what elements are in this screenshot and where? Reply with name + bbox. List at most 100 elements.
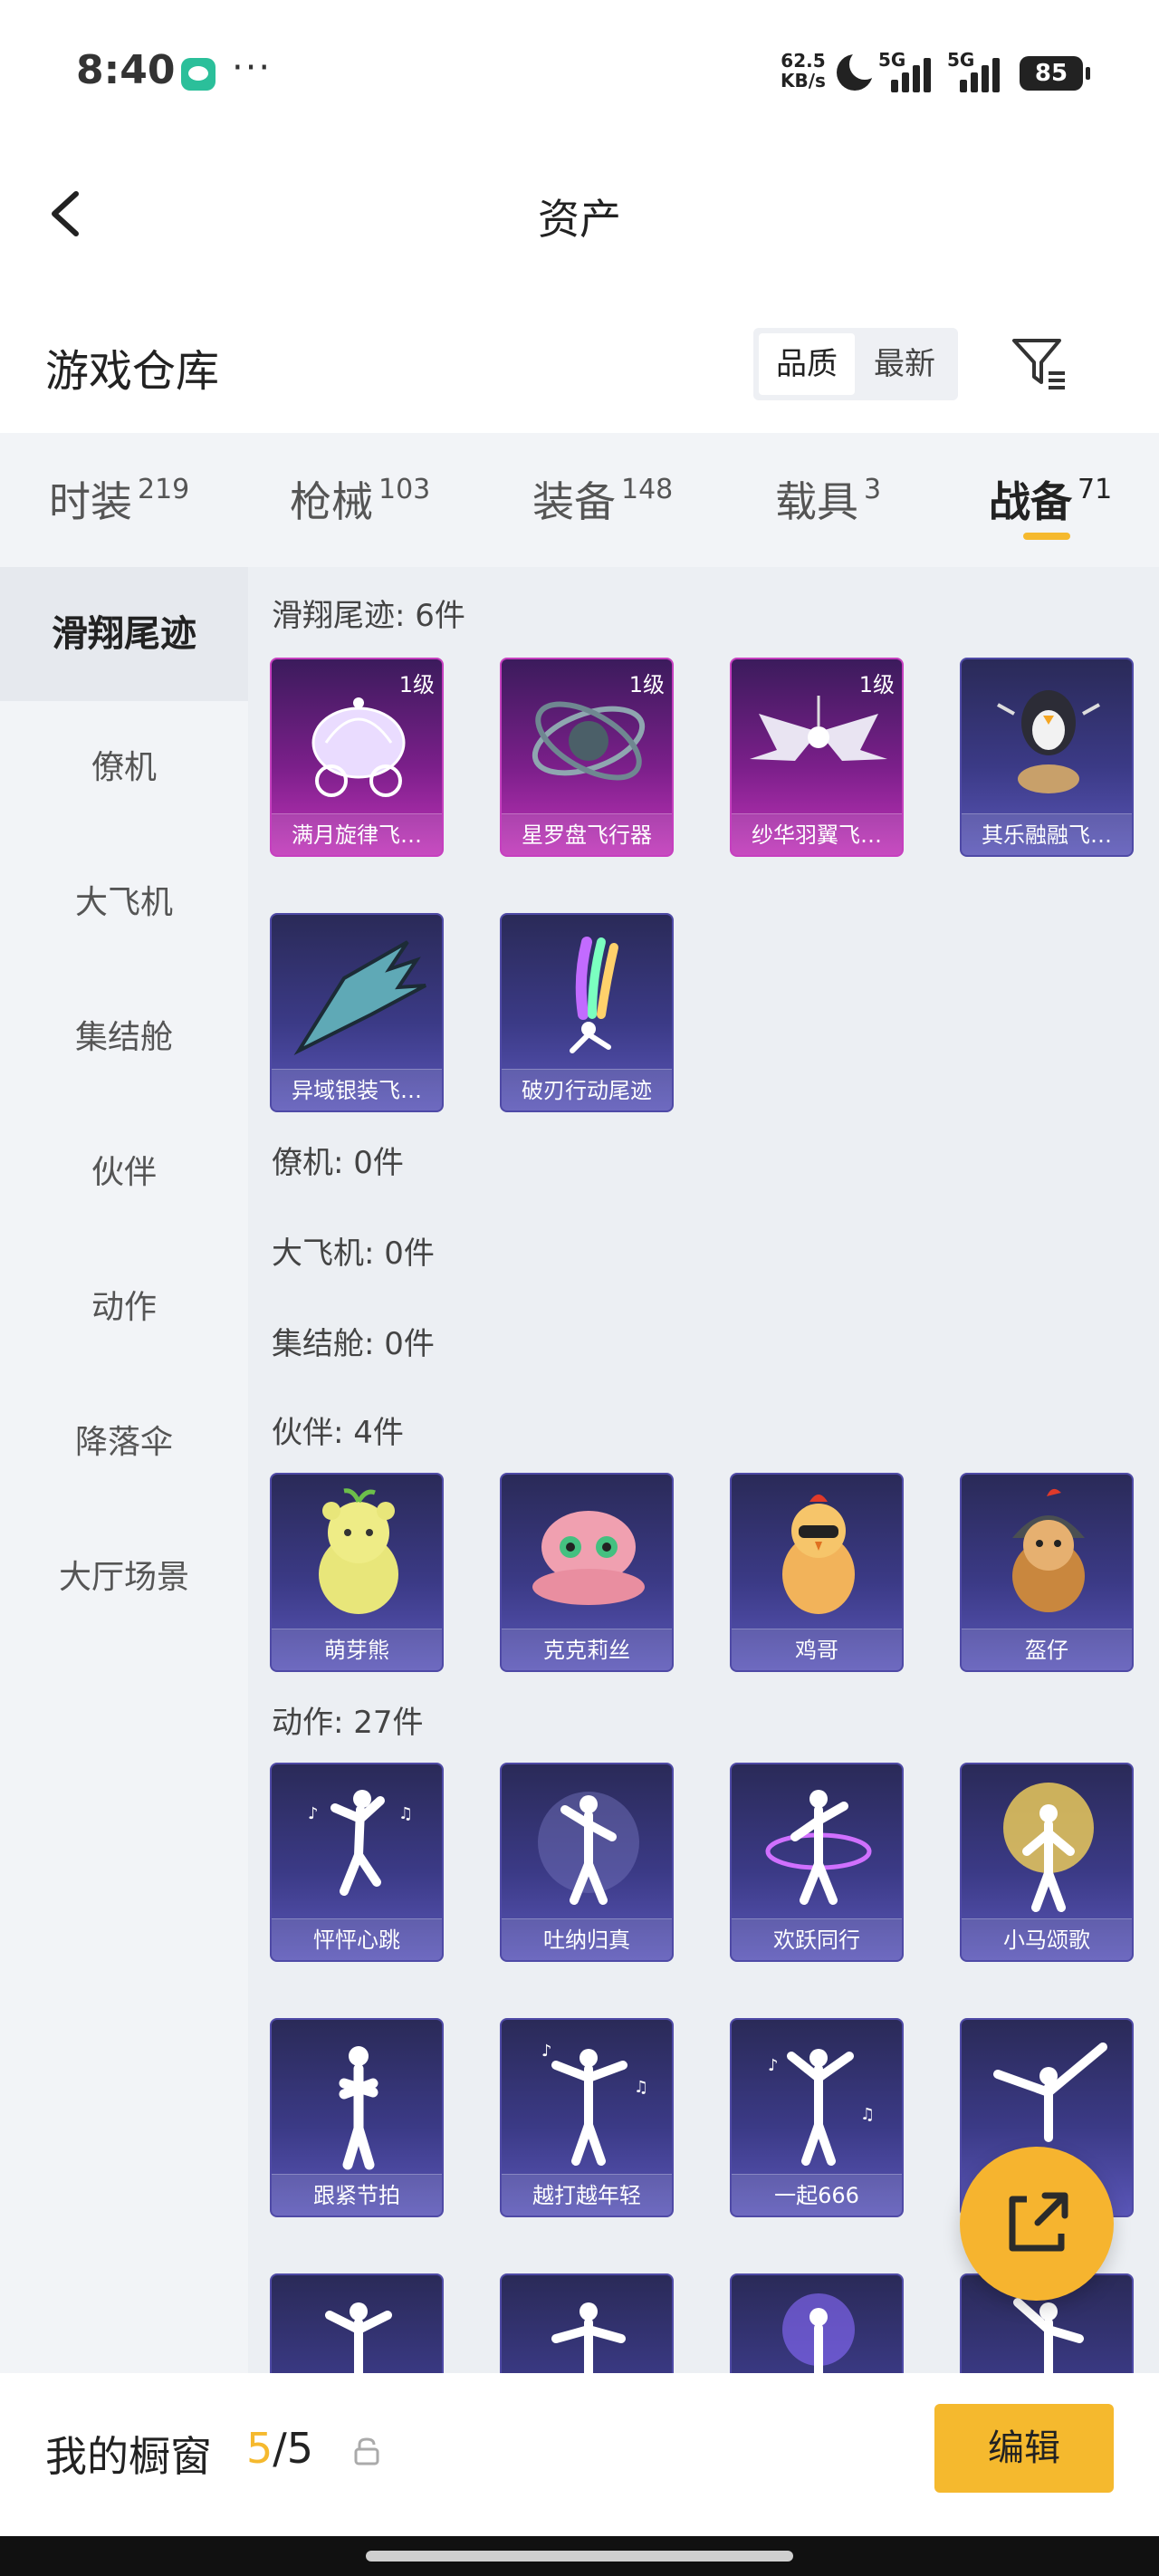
sidebar-item-wingman[interactable]: 僚机 (0, 701, 248, 835)
share-external-icon (1009, 2192, 1068, 2252)
signal-sim1-icon: 5G (878, 49, 933, 92)
sidebar-item-partner[interactable]: 伙伴 (0, 1106, 248, 1240)
item-name: 满月旋律飞… (272, 813, 442, 855)
666-pose-icon: ♪♫ (768, 2049, 875, 2166)
helmet-bird-icon (1012, 1488, 1085, 1612)
tab-fashion[interactable]: 时装 219 (49, 469, 189, 529)
item-card[interactable]: 克克莉丝 (500, 1473, 674, 1672)
item-card[interactable]: 萌芽熊 (270, 1473, 444, 1672)
octopus-icon (532, 1511, 645, 1605)
item-name: 越打越年轻 (502, 2174, 672, 2216)
share-button[interactable] (960, 2147, 1114, 2301)
item-name: 破刃行动尾迹 (502, 1069, 672, 1110)
section-title-glide: 滑翔尾迹: 6件 (272, 598, 465, 634)
sprout-bear-icon (319, 1488, 398, 1614)
item-card[interactable]: 欢跃同行 (730, 1763, 904, 1962)
sidebar-item-parachute[interactable]: 降落伞 (0, 1376, 248, 1510)
gesture-bar (0, 2536, 1159, 2576)
tab-vehicles[interactable]: 载具 3 (775, 469, 881, 529)
item-name: 克克莉丝 (502, 1629, 672, 1670)
emote-pose-icon (325, 2302, 392, 2373)
signal-sim2-icon: 5G (947, 49, 1001, 92)
section-title-wingman: 僚机: 0件 (272, 1145, 404, 1181)
item-card[interactable]: 盔仔 (960, 1473, 1134, 1672)
item-name: 怦怦心跳 (272, 1918, 442, 1960)
sort-latest-option[interactable]: 最新 (857, 333, 953, 395)
svg-text:♫: ♫ (634, 2078, 648, 2097)
showcase-bar: 我的橱窗 5/5 编辑 (0, 2373, 1159, 2536)
svg-text:♫: ♫ (860, 2105, 875, 2124)
more-notifications-icon: ··· (232, 47, 273, 89)
item-card[interactable]: 鸡哥 (730, 1473, 904, 1672)
item-card[interactable]: 破刃行动尾迹 (500, 913, 674, 1112)
pony-song-pose-icon (1003, 1783, 1094, 1912)
wechat-notification-icon (181, 58, 216, 91)
nav-bar: 资产 (0, 145, 1159, 281)
silver-armor-glider-icon (293, 940, 426, 1055)
item-card[interactable] (500, 2273, 674, 2373)
page-title: 资产 (538, 195, 621, 244)
item-card[interactable]: 吐纳归真 (500, 1763, 674, 1962)
item-card[interactable]: 异域银装飞… (270, 913, 444, 1112)
section-title-emote: 动作: 27件 (272, 1705, 424, 1741)
emote-pose-icon (782, 2293, 855, 2373)
filter-button[interactable] (1007, 332, 1070, 395)
item-card[interactable]: 1级 纱华羽翼飞… (730, 658, 904, 857)
item-card[interactable]: 1级 星罗盘飞行器 (500, 658, 674, 857)
item-card[interactable]: ♪ ♫ 一起666 (730, 2018, 904, 2217)
item-name: 吐纳归真 (502, 1918, 672, 1960)
item-name: 小马颂歌 (962, 1918, 1132, 1960)
sidebar-item-lobby-scene[interactable]: 大厅场景 (0, 1511, 248, 1645)
svg-text:♫: ♫ (398, 1804, 413, 1823)
sidebar-item-rally-pod[interactable]: 集结舱 (0, 971, 248, 1105)
cheer-pose-icon (765, 1790, 872, 1905)
sidebar-item-glide-trail[interactable]: 滑翔尾迹 (0, 567, 248, 701)
penguin-glider-icon (997, 690, 1100, 793)
warehouse-title: 游戏仓库 (45, 346, 220, 397)
item-card[interactable] (730, 2273, 904, 2373)
blade-trail-icon (570, 937, 618, 1053)
meditate-pose-icon (538, 1792, 639, 1905)
item-name: 一起666 (732, 2174, 902, 2216)
sort-quality-option[interactable]: 品质 (759, 333, 855, 395)
item-name: 鸡哥 (732, 1629, 902, 1670)
section-title-plane: 大飞机: 0件 (272, 1235, 435, 1272)
edit-button[interactable]: 编辑 (934, 2404, 1114, 2493)
tab-equipment[interactable]: 装备 148 (532, 469, 673, 529)
dance-pose-icon: ♪ ♫ (308, 1790, 413, 1896)
item-card[interactable]: 其乐融融飞… (960, 658, 1134, 857)
item-card[interactable]: ♪ ♫ 怦怦心跳 (270, 1763, 444, 1962)
section-title-pod: 集结舱: 0件 (272, 1326, 435, 1362)
item-level: 1级 (628, 672, 665, 697)
sidebar-item-emote[interactable]: 动作 (0, 1241, 248, 1375)
active-tab-indicator (1023, 533, 1070, 540)
section-title-partner: 伙伴: 4件 (272, 1415, 404, 1451)
category-tabs: 时装 219 枪械 103 装备 148 载具 3 战备 71 (0, 433, 1159, 567)
showcase-label: 我的橱窗 (45, 2432, 212, 2481)
rooster-icon (782, 1495, 855, 1614)
item-name: 欢跃同行 (732, 1918, 902, 1960)
battery-indicator: 85 (1020, 56, 1090, 91)
item-name: 其乐融融飞… (962, 813, 1132, 855)
item-card[interactable] (270, 2273, 444, 2373)
item-card[interactable]: ♪ ♫ 越打越年轻 (500, 2018, 674, 2217)
item-level: 1级 (398, 672, 435, 697)
item-card[interactable]: 1级 满月旋律飞… (270, 658, 444, 857)
showcase-count: 5/5 (246, 2424, 314, 2473)
item-name: 萌芽熊 (272, 1629, 442, 1670)
hug-pose-icon (339, 2046, 378, 2170)
item-name: 星罗盘飞行器 (502, 813, 672, 855)
item-card[interactable]: 跟紧节拍 (270, 2018, 444, 2217)
do-not-disturb-icon (837, 49, 880, 91)
sort-toggle: 品质 最新 (753, 328, 958, 400)
sidebar-item-big-plane[interactable]: 大飞机 (0, 836, 248, 970)
item-card[interactable]: 小马颂歌 (960, 1763, 1134, 1962)
item-name: 纱华羽翼飞… (732, 813, 902, 855)
tab-combat-gear[interactable]: 战备 71 (989, 469, 1112, 529)
warehouse-header: 游戏仓库 品质 最新 (0, 308, 1159, 417)
svg-text:♪: ♪ (768, 2056, 779, 2075)
tab-guns[interactable]: 枪械 103 (290, 469, 430, 529)
item-name: 盔仔 (962, 1629, 1132, 1670)
home-indicator[interactable] (366, 2551, 793, 2562)
status-bar: 8:40 ··· 62.5 KB/s 5G 5G 85 (0, 0, 1159, 145)
